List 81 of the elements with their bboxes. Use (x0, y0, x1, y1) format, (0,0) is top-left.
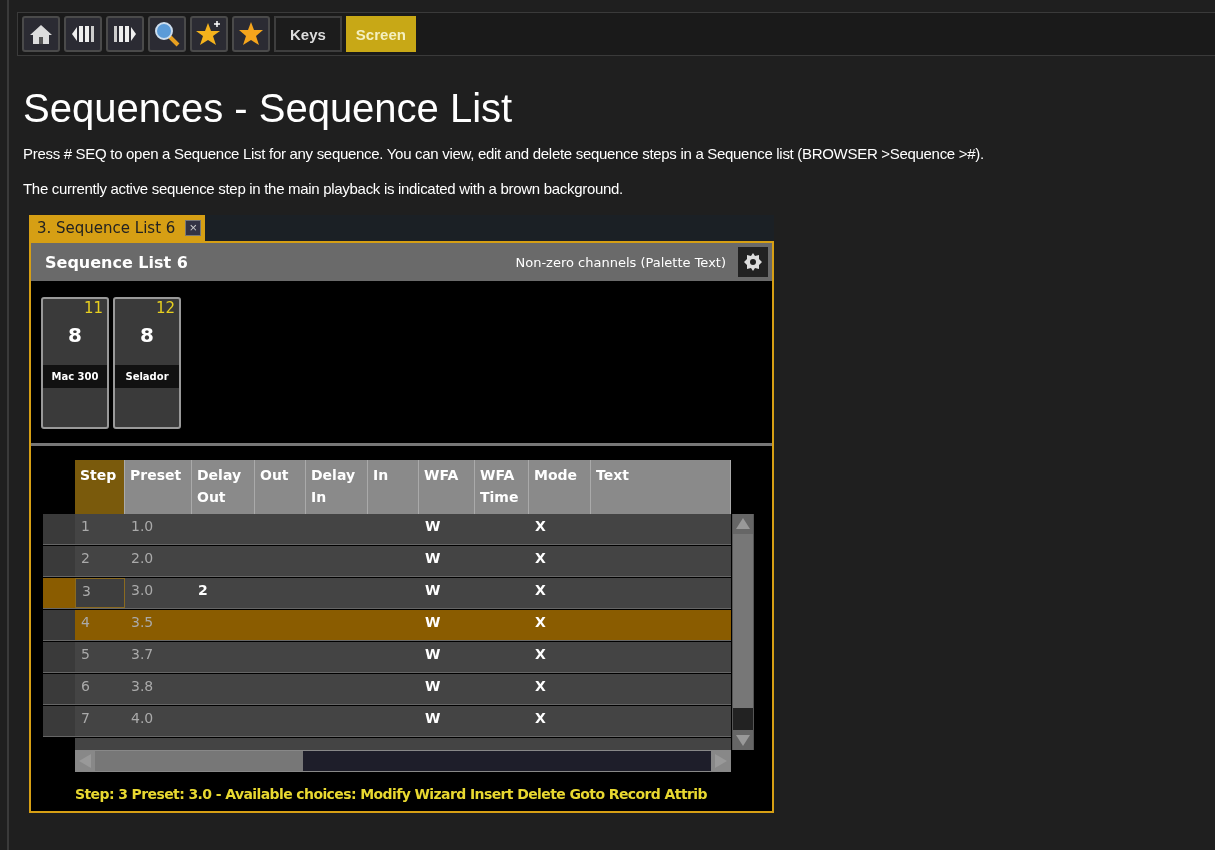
table-cell-text: W (424, 549, 442, 568)
table-row[interactable]: 4 3.5 W X (43, 610, 731, 641)
favorite-add-button[interactable] (190, 16, 228, 52)
column-header[interactable]: Text (591, 460, 731, 514)
mode-label: Non-zero channels (Palette Text) (515, 254, 726, 270)
fixture-value: 8 (140, 323, 154, 347)
table-cell-text: 6 (80, 677, 91, 696)
table-cell-text: 3.7 (130, 645, 155, 664)
table-cell-text: 1 (80, 517, 91, 536)
status-line: Step: 3 Preset: 3.0 - Available choices: Modify Wizard Insert Delete Goto Record Attrib (75, 786, 707, 802)
search-icon (154, 21, 180, 47)
table-cell: 3 (75, 578, 125, 608)
column-header[interactable]: Preset (125, 460, 192, 514)
column-header[interactable]: Out (255, 460, 306, 514)
column-header[interactable]: Delay Out (192, 460, 255, 514)
house-icon (29, 23, 53, 45)
table-row[interactable]: 3 3.0 2 W X (43, 578, 731, 609)
column-header[interactable]: WFA (419, 460, 475, 514)
table-cell-text: X (534, 677, 547, 696)
table-cell-text: X (534, 613, 547, 632)
horizontal-scrollbar[interactable] (75, 750, 731, 772)
column-header[interactable]: Step (75, 460, 125, 514)
fixture-name: Selador (115, 365, 179, 388)
scroll-down-icon (733, 730, 753, 750)
previous-button[interactable] (64, 16, 102, 52)
favorites-button[interactable] (232, 16, 270, 52)
table-cell-text: X (534, 709, 547, 728)
table-cell-text: X (534, 549, 547, 568)
table-cell-text: W (424, 709, 442, 728)
table-cell-text: 4 (80, 613, 91, 632)
scroll-up-icon (733, 514, 753, 534)
search-button[interactable] (148, 16, 186, 52)
scroll-thumb[interactable] (733, 708, 753, 730)
paragraph: Press # SEQ to open a Sequence List for any sequence. You can view, edit and delete sequence steps in a Sequence list (BROWSER >Sequence >#). (23, 145, 985, 162)
next-button[interactable] (106, 16, 144, 52)
star-plus-icon (195, 20, 223, 48)
star-icon (237, 20, 265, 48)
fixture-number: 12 (155, 299, 175, 317)
table-cell-text: W (424, 645, 442, 664)
table-row[interactable]: 2 2.0 W X (43, 546, 731, 577)
table-cell-text: 5 (80, 645, 91, 664)
column-header[interactable]: Mode (529, 460, 591, 514)
table-row[interactable]: 6 3.8 W X (43, 674, 731, 705)
table-row[interactable]: 7 4.0 W X (43, 706, 731, 737)
table-cell-text: 2 (197, 581, 209, 600)
page-title: Sequences - Sequence List (23, 86, 514, 131)
column-header[interactable]: In (368, 460, 419, 514)
table-cell-text: 2 (80, 549, 91, 568)
table-cell-text: X (534, 581, 547, 600)
column-header[interactable]: WFA Time (475, 460, 529, 514)
toolbar-tab[interactable]: Keys (274, 16, 342, 52)
table-cell-text: 4.0 (130, 709, 155, 728)
table-cell-text: 2.0 (130, 549, 155, 568)
fixture-tile[interactable]: 12 8 Selador (113, 297, 181, 429)
table-cell-text: W (424, 517, 442, 536)
fixture-number: 11 (83, 299, 103, 317)
table-cell-text: W (424, 677, 442, 696)
table-cell-text: 1.0 (130, 517, 155, 536)
table-cell-text: 3.5 (130, 613, 155, 632)
table-cell-text: 3.8 (130, 677, 155, 696)
close-button[interactable]: × (185, 220, 202, 236)
table-cell-text: 3.0 (130, 581, 155, 600)
column-header[interactable]: Delay In (306, 460, 368, 514)
table-cell-text: W (424, 581, 442, 600)
window-tab[interactable]: 3. Sequence List 6 × (29, 215, 206, 241)
paragraph: The currently active sequence step in the main playback is indicated with a brown background. (23, 180, 624, 197)
table-row[interactable]: 5 3.7 W X (43, 642, 731, 673)
home-button[interactable] (22, 16, 60, 52)
table-cell-text: X (534, 517, 547, 536)
panel-title: Sequence List 6 (45, 252, 189, 272)
fixture-tile[interactable]: 11 8 Mac 300 (41, 297, 109, 429)
fixture-value: 8 (68, 323, 82, 347)
fixture-name: Mac 300 (43, 365, 107, 388)
settings-icon (744, 253, 762, 271)
table-cell-text: W (424, 613, 442, 632)
table-cell-text: 7 (80, 709, 91, 728)
table-cell-text: X (534, 645, 547, 664)
settings-button[interactable] (738, 247, 768, 277)
scroll-thumb[interactable] (95, 751, 303, 771)
vertical-scrollbar[interactable] (732, 514, 754, 750)
table-row[interactable]: 1 1.0 W X (43, 514, 731, 545)
